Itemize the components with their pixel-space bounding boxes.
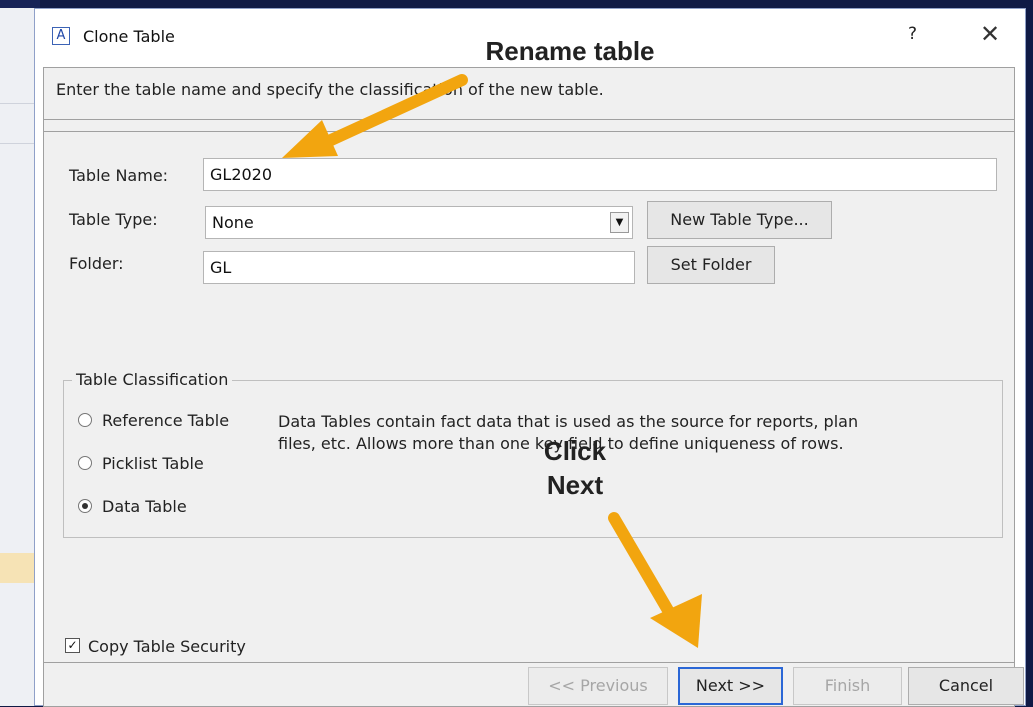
annotation-line: Next <box>546 470 604 500</box>
rename-arrow-shaft <box>312 74 468 152</box>
next-arrow-shaft <box>608 512 682 630</box>
click-next-annotation: Click Next <box>520 434 630 502</box>
rename-table-annotation: Rename table <box>485 36 655 66</box>
rename-arrow-head <box>282 120 338 158</box>
annotation-line: Click <box>543 436 607 466</box>
annotation-arrows <box>282 74 702 648</box>
